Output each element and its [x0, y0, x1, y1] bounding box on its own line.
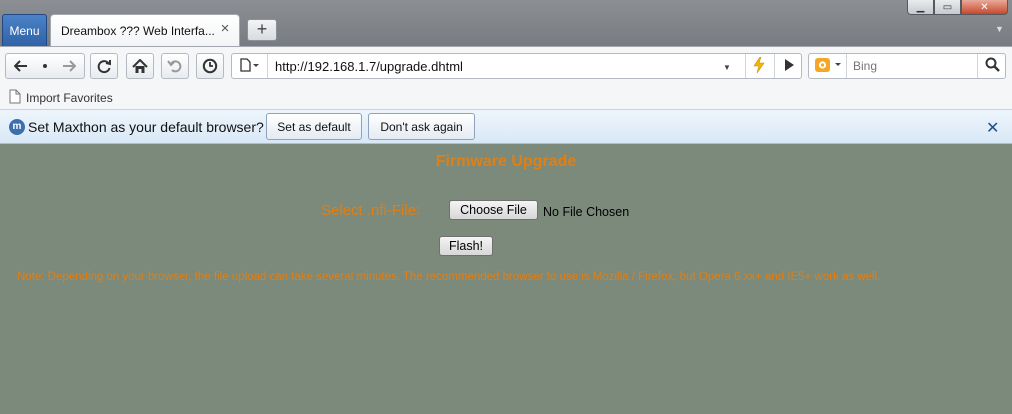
- menu-button[interactable]: Menu: [2, 14, 47, 46]
- flash-button[interactable]: Flash!: [439, 236, 493, 256]
- dont-ask-again-button[interactable]: Don't ask again: [368, 113, 475, 140]
- search-engine-selector[interactable]: [809, 54, 847, 78]
- history-icon: [202, 58, 218, 74]
- upload-note: Note: Depending on your browser, the fil…: [17, 271, 881, 283]
- tab-dreambox[interactable]: Dreambox ??? Web Interfa... ×: [50, 14, 240, 46]
- select-file-label: Select .nfi-File:: [321, 202, 421, 219]
- page-icon: [239, 57, 260, 75]
- file-status-text: No File Chosen: [543, 205, 630, 219]
- page-menu-button[interactable]: [232, 54, 268, 78]
- url-text[interactable]: http://192.168.1.7/upgrade.dhtml: [275, 59, 463, 74]
- url-dropdown-icon[interactable]: ▼: [723, 63, 731, 72]
- tab-strip: Menu Dreambox ??? Web Interfa... × + ▁ ▭…: [0, 0, 1012, 46]
- favorites-bar: Import Favorites: [0, 84, 1012, 110]
- maxthon-icon: m: [9, 119, 25, 135]
- search-input[interactable]: [853, 59, 973, 73]
- window-close-icon[interactable]: ✕: [961, 0, 1008, 15]
- search-icon: [985, 57, 1000, 75]
- address-bar[interactable]: http://192.168.1.7/upgrade.dhtml ▼: [231, 53, 802, 79]
- home-button[interactable]: [126, 53, 154, 79]
- tab-title: Dreambox ??? Web Interfa...: [61, 24, 215, 38]
- go-button[interactable]: [774, 54, 802, 78]
- notification-text: Set Maxthon as your default browser?: [28, 119, 264, 135]
- dot-icon[interactable]: [34, 64, 56, 68]
- close-icon[interactable]: ✕: [986, 118, 999, 138]
- favorite-import[interactable]: Import Favorites: [9, 89, 113, 107]
- page-title: Firmware Upgrade: [435, 153, 577, 170]
- window-controls: ▁ ▭ ✕: [907, 0, 1008, 15]
- undo-icon: [167, 58, 183, 74]
- home-icon: [132, 58, 148, 74]
- search-box: [808, 53, 1006, 79]
- close-tab-icon[interactable]: ×: [218, 21, 232, 36]
- forward-icon[interactable]: [56, 60, 82, 72]
- undo-close-button[interactable]: [161, 53, 189, 79]
- navigation-toolbar: http://192.168.1.7/upgrade.dhtml ▼: [0, 46, 1012, 84]
- back-forward-group: [5, 53, 85, 79]
- set-as-default-button[interactable]: Set as default: [266, 113, 362, 140]
- back-icon[interactable]: [8, 60, 34, 72]
- tab-list-dropdown-icon[interactable]: ▼: [995, 24, 1004, 34]
- choose-file-button[interactable]: Choose File: [449, 200, 538, 220]
- refresh-icon: [96, 58, 112, 74]
- favorite-label: Import Favorites: [26, 91, 113, 105]
- bolt-button[interactable]: [745, 54, 771, 78]
- maximize-icon[interactable]: ▭: [934, 0, 961, 15]
- minimize-icon[interactable]: ▁: [907, 0, 934, 15]
- search-button[interactable]: [977, 54, 1006, 78]
- default-browser-notification: m Set Maxthon as your default browser? S…: [0, 110, 1012, 144]
- bing-icon: [815, 57, 843, 76]
- refresh-button[interactable]: [90, 53, 118, 79]
- bolt-icon: [752, 56, 765, 76]
- document-icon: [9, 89, 21, 107]
- history-button[interactable]: [196, 53, 224, 79]
- page-content: Firmware Upgrade Select .nfi-File: Choos…: [0, 145, 1012, 414]
- new-tab-button[interactable]: +: [247, 19, 277, 41]
- play-icon: [784, 58, 794, 74]
